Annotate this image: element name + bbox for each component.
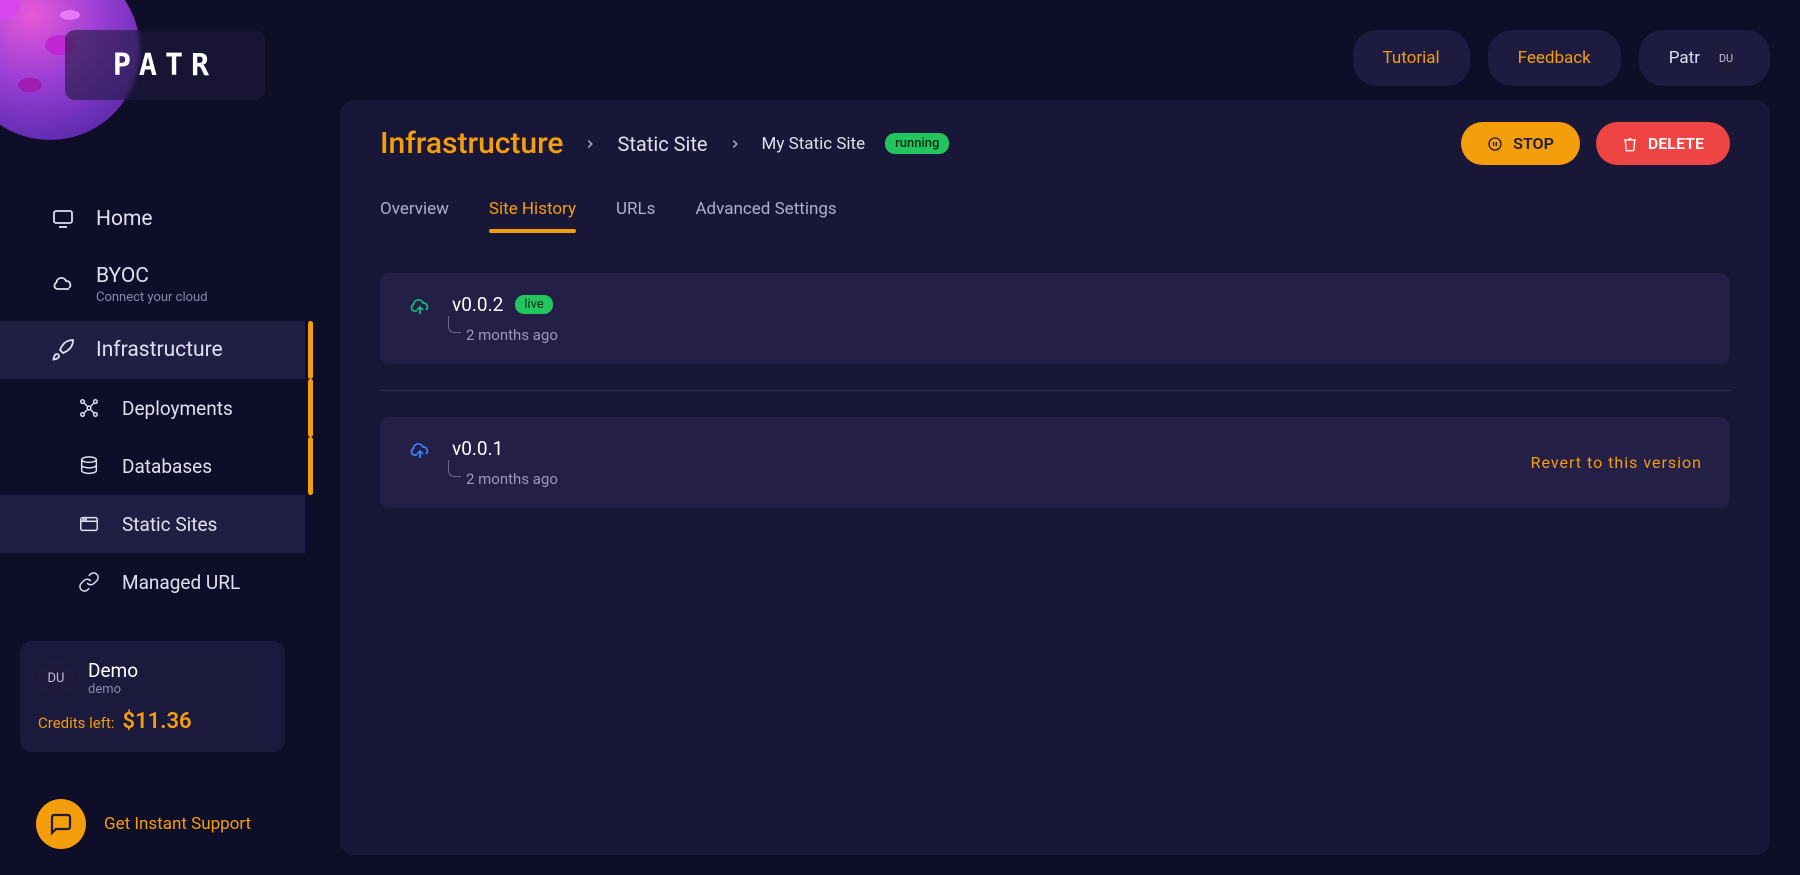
sidebar-item-static-sites[interactable]: Static Sites xyxy=(0,495,305,553)
sidebar-item-label: Deployments xyxy=(122,397,233,420)
sidebar-item-label: Home xyxy=(96,207,153,231)
credits-value: $11.36 xyxy=(123,709,192,734)
sidebar-item-databases[interactable]: Databases xyxy=(0,437,305,495)
stop-button[interactable]: STOP xyxy=(1461,122,1580,165)
page-actions: STOP DELETE xyxy=(1461,122,1730,165)
support-button[interactable]: Get Instant Support xyxy=(36,799,251,849)
chevron-right-icon xyxy=(728,137,742,151)
sidebar-item-label: Databases xyxy=(122,455,212,478)
top-header: Tutorial Feedback Patr DU xyxy=(1353,30,1770,86)
sidebar-item-label: Managed URL xyxy=(122,571,240,594)
delete-button[interactable]: DELETE xyxy=(1596,122,1730,165)
sidebar-item-deployments[interactable]: Deployments xyxy=(0,379,305,437)
sidebar-item-label: Infrastructure xyxy=(96,338,223,362)
breadcrumb-root[interactable]: Infrastructure xyxy=(380,126,563,161)
account-menu[interactable]: Patr DU xyxy=(1639,30,1770,86)
version-history: v0.0.2 live 2 months ago v0.0.1 2 months… xyxy=(380,273,1730,508)
main-panel: Infrastructure Static Site My Static Sit… xyxy=(340,100,1770,855)
version-row[interactable]: v0.0.1 2 months ago Revert to this versi… xyxy=(380,417,1730,508)
trash-icon xyxy=(1622,136,1638,152)
sidebar-item-managed-url[interactable]: Managed URL xyxy=(0,553,305,611)
breadcrumb-level1[interactable]: Static Site xyxy=(617,132,707,156)
credits-label: Credits left: xyxy=(38,714,115,732)
sidebar-item-sublabel: Connect your cloud xyxy=(96,290,208,305)
window-icon xyxy=(76,511,102,537)
sidebar-item-label: BYOC xyxy=(96,264,149,288)
account-avatar: DU xyxy=(1712,44,1740,72)
monitor-icon xyxy=(50,206,76,232)
status-badge: running xyxy=(885,133,949,154)
rocket-icon xyxy=(50,337,76,363)
version-timestamp: 2 months ago xyxy=(466,470,558,488)
version-name: v0.0.1 xyxy=(452,437,503,460)
tutorial-button[interactable]: Tutorial xyxy=(1353,30,1470,86)
cloud-upload-icon xyxy=(408,295,434,321)
cloud-upload-icon xyxy=(408,439,434,465)
support-label: Get Instant Support xyxy=(104,814,251,834)
chat-icon xyxy=(36,799,86,849)
brand-logo[interactable]: PATR xyxy=(65,30,265,100)
revert-button[interactable]: Revert to this version xyxy=(1531,453,1702,472)
sidebar-item-label: Static Sites xyxy=(122,513,217,536)
chevron-right-icon xyxy=(583,137,597,151)
sidebar-item-byoc[interactable]: BYOC Connect your cloud xyxy=(0,248,305,321)
account-name: Patr xyxy=(1669,48,1700,68)
cloud-icon xyxy=(50,272,76,298)
database-icon xyxy=(76,453,102,479)
user-card[interactable]: DU Demo demo Credits left: $11.36 xyxy=(20,641,285,752)
breadcrumb-level2: My Static Site xyxy=(762,134,866,154)
pause-icon xyxy=(1487,136,1503,152)
sidebar: Home BYOC Connect your cloud Infrastruct… xyxy=(0,190,305,752)
sidebar-item-home[interactable]: Home xyxy=(0,190,305,248)
version-timestamp: 2 months ago xyxy=(466,326,558,344)
sidebar-item-infrastructure[interactable]: Infrastructure xyxy=(0,321,305,379)
tab-overview[interactable]: Overview xyxy=(380,189,449,233)
tab-advanced-settings[interactable]: Advanced Settings xyxy=(695,189,836,233)
live-badge: live xyxy=(515,295,552,314)
tabs: Overview Site History URLs Advanced Sett… xyxy=(380,189,1730,233)
brand-text: PATR xyxy=(113,48,217,83)
link-icon xyxy=(76,569,102,595)
feedback-button[interactable]: Feedback xyxy=(1488,30,1621,86)
user-username: demo xyxy=(88,682,138,697)
divider xyxy=(380,390,1730,391)
user-name: Demo xyxy=(88,659,138,682)
version-name: v0.0.2 xyxy=(452,293,503,316)
tab-site-history[interactable]: Site History xyxy=(489,189,576,233)
version-row[interactable]: v0.0.2 live 2 months ago xyxy=(380,273,1730,364)
user-avatar: DU xyxy=(38,660,74,696)
tab-urls[interactable]: URLs xyxy=(616,189,655,233)
network-icon xyxy=(76,395,102,421)
